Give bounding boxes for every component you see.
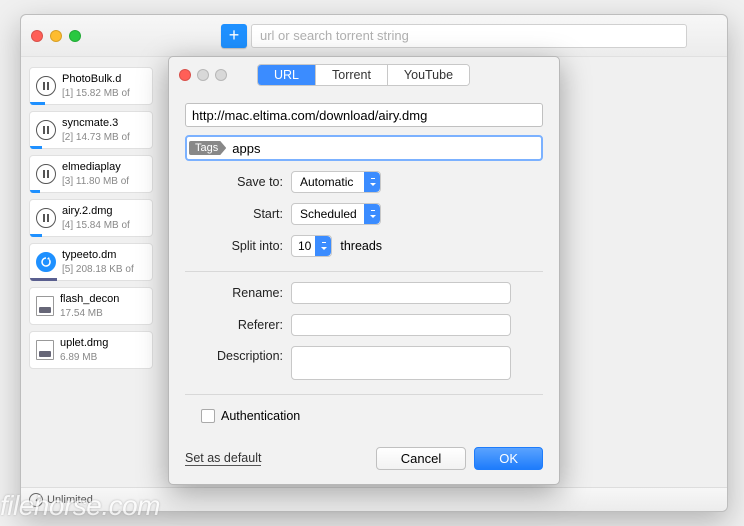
main-titlebar: + url or search torrent string	[21, 15, 727, 57]
download-item[interactable]: elmediaplay [3] 11.80 MB of	[29, 155, 153, 193]
zoom-window-icon[interactable]	[69, 30, 81, 42]
pause-icon[interactable]	[36, 208, 56, 228]
cancel-button[interactable]: Cancel	[376, 447, 466, 470]
download-item[interactable]: PhotoBulk.d [1] 15.82 MB of	[29, 67, 153, 105]
download-name: elmediaplay	[62, 160, 146, 174]
rename-input[interactable]	[291, 282, 511, 304]
minimize-window-icon[interactable]	[50, 30, 62, 42]
referer-input[interactable]	[291, 314, 511, 336]
download-meta: [4] 15.84 MB of	[62, 219, 146, 232]
description-label: Description:	[185, 346, 291, 363]
progress-bar	[30, 190, 40, 193]
download-meta: [1] 15.82 MB of	[62, 87, 146, 100]
download-name: airy.2.dmg	[62, 204, 146, 218]
add-url-dialog: URL Torrent YouTube Tags Save to: Automa…	[168, 56, 560, 485]
referer-label: Referer:	[185, 318, 291, 332]
ok-button[interactable]: OK	[474, 447, 543, 470]
add-download-button[interactable]: +	[221, 24, 247, 48]
download-meta: [2] 14.73 MB of	[62, 131, 146, 144]
pause-icon[interactable]	[36, 120, 56, 140]
section-divider	[185, 271, 543, 272]
start-label: Start:	[185, 207, 291, 221]
download-item[interactable]: typeeto.dm [5] 208.18 KB of	[29, 243, 153, 281]
close-window-icon[interactable]	[31, 30, 43, 42]
window-controls	[31, 30, 81, 42]
file-icon	[36, 296, 54, 316]
download-meta: [5] 208.18 KB of	[62, 263, 146, 276]
save-to-label: Save to:	[185, 175, 291, 189]
dialog-titlebar: URL Torrent YouTube	[169, 57, 559, 93]
download-item[interactable]: flash_decon 17.54 MB	[29, 287, 153, 325]
split-label: Split into:	[185, 239, 291, 253]
pause-icon[interactable]	[36, 76, 56, 96]
auth-label: Authentication	[221, 409, 300, 423]
url-input[interactable]	[185, 103, 543, 127]
download-meta: 17.54 MB	[60, 307, 146, 320]
download-name: PhotoBulk.d	[62, 72, 146, 86]
progress-bar	[30, 146, 42, 149]
download-meta: 6.89 MB	[60, 351, 146, 364]
tab-torrent[interactable]: Torrent	[316, 65, 388, 85]
save-to-select[interactable]: Automatic	[291, 171, 381, 193]
tab-youtube[interactable]: YouTube	[388, 65, 469, 85]
split-select[interactable]: 10	[291, 235, 332, 257]
rename-label: Rename:	[185, 286, 291, 300]
progress-bar	[30, 278, 57, 281]
download-item[interactable]: syncmate.3 [2] 14.73 MB of	[29, 111, 153, 149]
search-input[interactable]: url or search torrent string	[251, 24, 687, 48]
progress-bar	[30, 234, 42, 237]
watermark: filehorse.com	[0, 490, 160, 522]
download-list: PhotoBulk.d [1] 15.82 MB of syncmate.3 […	[21, 57, 161, 487]
dialog-minimize-icon	[197, 69, 209, 81]
dialog-footer: Set as default Cancel OK	[169, 433, 559, 470]
section-divider	[185, 394, 543, 395]
dialog-body: Tags Save to: Automatic Start: Scheduled…	[169, 93, 559, 433]
tags-chip-icon: Tags	[189, 141, 226, 155]
dialog-zoom-icon	[215, 69, 227, 81]
download-name: typeeto.dm	[62, 248, 146, 262]
download-item[interactable]: airy.2.dmg [4] 15.84 MB of	[29, 199, 153, 237]
file-icon	[36, 340, 54, 360]
tags-field[interactable]: Tags	[185, 135, 543, 161]
pause-icon[interactable]	[36, 164, 56, 184]
set-default-link[interactable]: Set as default	[185, 451, 261, 466]
description-input[interactable]	[291, 346, 511, 380]
auth-checkbox[interactable]	[201, 409, 215, 423]
progress-bar	[30, 102, 45, 105]
download-meta: [3] 11.80 MB of	[62, 175, 146, 188]
download-item[interactable]: uplet.dmg 6.89 MB	[29, 331, 153, 369]
download-name: flash_decon	[60, 292, 146, 306]
retry-icon[interactable]	[36, 252, 56, 272]
threads-label: threads	[340, 239, 382, 253]
download-name: uplet.dmg	[60, 336, 146, 350]
start-select[interactable]: Scheduled	[291, 203, 381, 225]
source-tabbar: URL Torrent YouTube	[257, 64, 470, 86]
download-name: syncmate.3	[62, 116, 146, 130]
dialog-close-icon[interactable]	[179, 69, 191, 81]
tab-url[interactable]: URL	[258, 65, 316, 85]
tags-input[interactable]	[230, 141, 539, 156]
